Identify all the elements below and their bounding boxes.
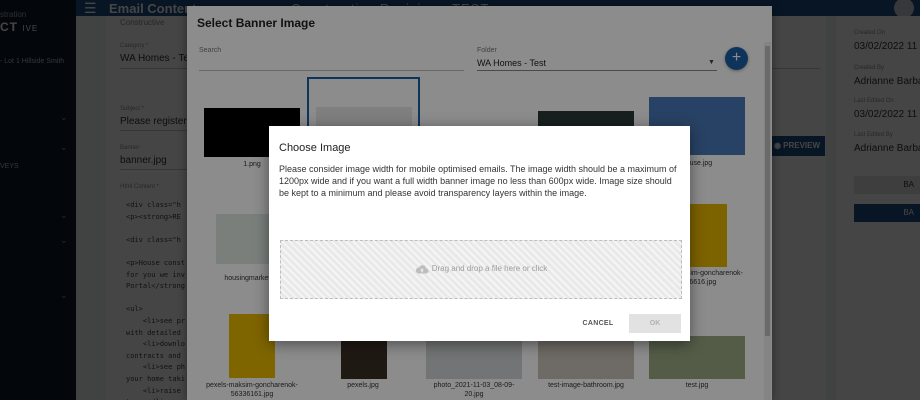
- dropzone-text: Drag and drop a file here or click: [431, 264, 548, 274]
- ok-button[interactable]: OK: [629, 314, 681, 333]
- cancel-button[interactable]: CANCEL: [575, 315, 621, 333]
- dialog-instructions: Please consider image width for mobile o…: [279, 164, 677, 199]
- choose-image-dialog: Choose Image Please consider image width…: [269, 126, 690, 341]
- dropzone-message: Drag and drop a file here or click: [281, 264, 681, 274]
- file-dropzone[interactable]: Drag and drop a file here or click: [280, 240, 682, 299]
- cloud-upload-icon: [415, 265, 429, 274]
- dialog-title: Choose Image: [279, 142, 351, 154]
